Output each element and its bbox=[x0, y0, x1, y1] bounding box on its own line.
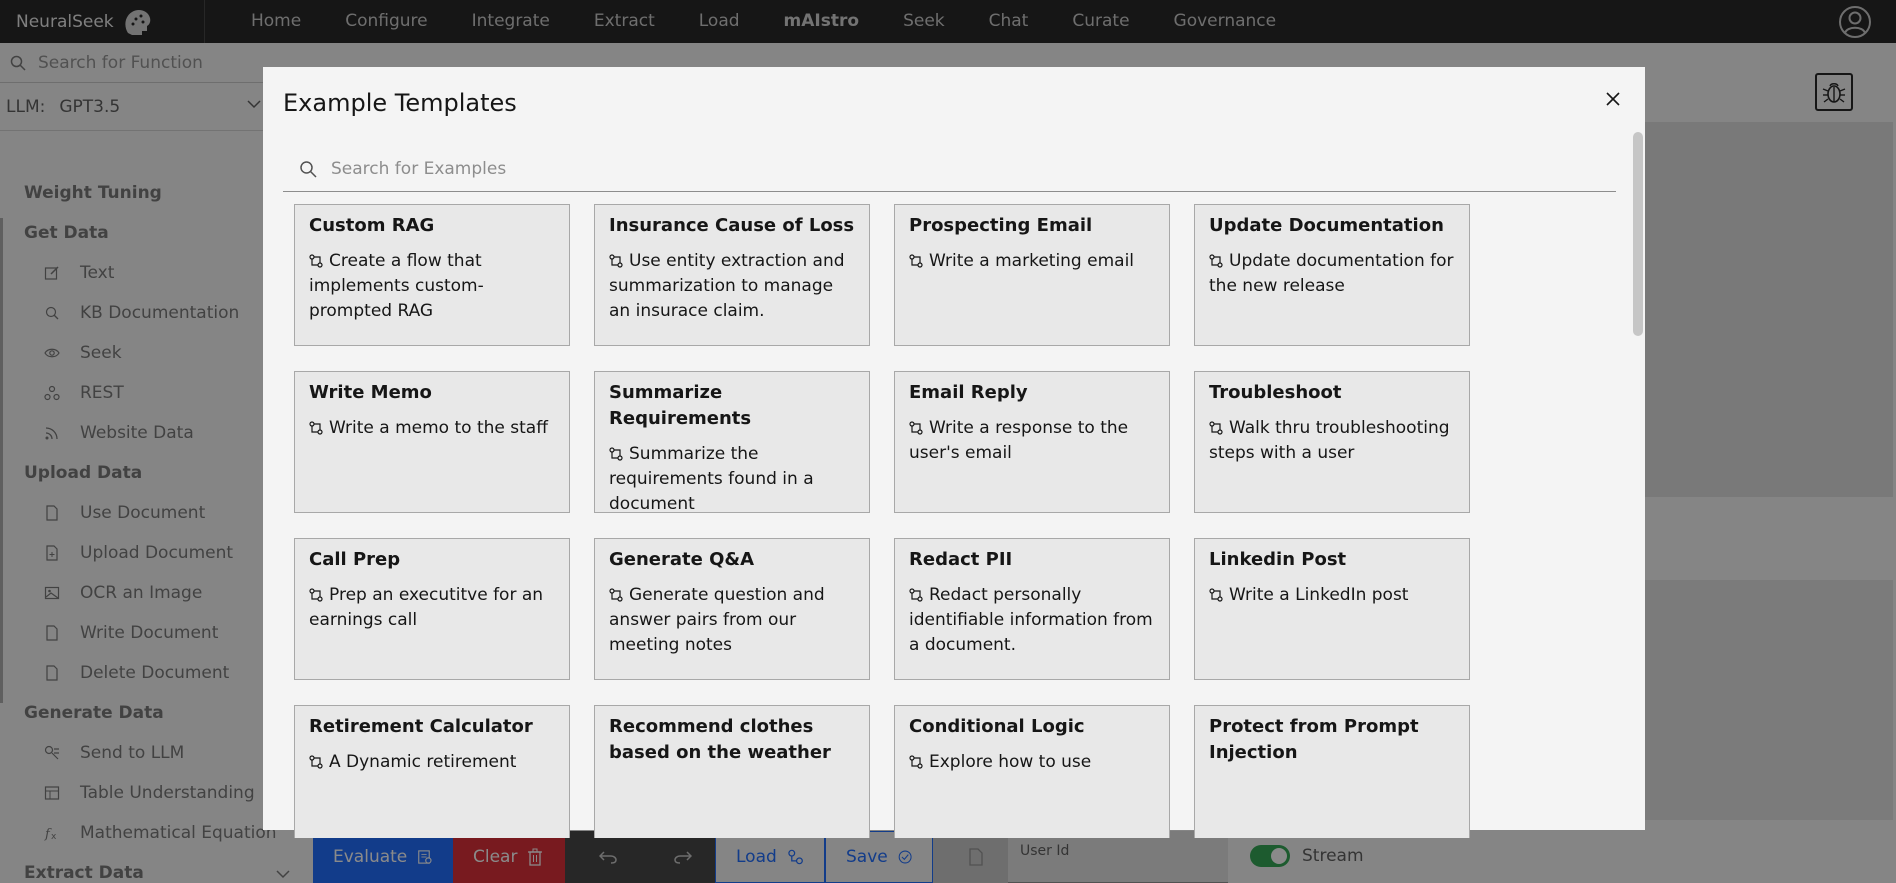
template-card[interactable]: Linkedin Post Write a LinkedIn post bbox=[1194, 538, 1470, 680]
template-card[interactable]: Summarize Requirements Summarize the requ… bbox=[594, 371, 870, 514]
flow-icon bbox=[309, 251, 329, 271]
template-card-description: Write a marketing email bbox=[909, 249, 1155, 274]
template-card-title: Recommend clothes based on the weather bbox=[609, 716, 831, 763]
template-card[interactable]: Protect from Prompt Injection bbox=[1194, 705, 1470, 838]
flow-icon bbox=[1209, 418, 1229, 438]
template-card-title: Redact PII bbox=[909, 549, 1013, 570]
template-card-description: Walk thru troubleshooting steps with a u… bbox=[1209, 416, 1455, 466]
template-card-title: Insurance Cause of Loss bbox=[609, 215, 855, 236]
template-card-description-text: Use entity extraction and summarization … bbox=[609, 251, 845, 321]
template-card-title: Prospecting Email bbox=[909, 215, 1093, 236]
template-card[interactable]: Recommend clothes based on the weather bbox=[594, 705, 870, 838]
flow-icon bbox=[909, 752, 929, 772]
template-card-title: Conditional Logic bbox=[909, 716, 1085, 737]
template-card-description-text: Write a LinkedIn post bbox=[1229, 585, 1409, 605]
templates-grid: Custom RAG Create a flow that implements … bbox=[294, 204, 1494, 838]
templates-grid-viewport: Custom RAG Create a flow that implements … bbox=[294, 204, 1494, 838]
template-card[interactable]: Call Prep Prep an executitve for an earni… bbox=[294, 538, 570, 680]
template-card-description: Generate question and answer pairs from … bbox=[609, 583, 855, 658]
flow-icon bbox=[609, 585, 629, 605]
template-card-title: Linkedin Post bbox=[1209, 549, 1347, 570]
flow-icon bbox=[1209, 585, 1229, 605]
template-card-description: Use entity extraction and summarization … bbox=[609, 249, 855, 324]
template-card[interactable]: Retirement Calculator A Dynamic retiremen… bbox=[294, 705, 570, 838]
template-card[interactable]: Email Reply Write a response to the user'… bbox=[894, 371, 1170, 513]
template-card[interactable]: Conditional Logic Explore how to use bbox=[894, 705, 1170, 838]
flow-icon bbox=[309, 585, 329, 605]
flow-icon bbox=[609, 251, 629, 271]
template-card-description: Summarize the requirements found in a do… bbox=[609, 442, 855, 517]
template-card[interactable]: Custom RAG Create a flow that implements … bbox=[294, 204, 570, 346]
template-card-description-text: Create a flow that implements custom-pro… bbox=[309, 251, 484, 321]
template-card-title: Troubleshoot bbox=[1209, 382, 1342, 403]
template-card-title: Call Prep bbox=[309, 549, 401, 570]
template-card-description: Update documentation for the new release bbox=[1209, 249, 1455, 299]
template-card-description-text: Prep an executitve for an earnings call bbox=[309, 585, 544, 630]
flow-icon bbox=[309, 752, 329, 772]
template-card-description: Write a response to the user's email bbox=[909, 416, 1155, 466]
template-card-description-text: Write a response to the user's email bbox=[909, 418, 1129, 463]
search-icon bbox=[300, 160, 317, 178]
template-card-description: Explore how to use bbox=[909, 750, 1155, 775]
flow-icon bbox=[909, 251, 929, 271]
close-button[interactable] bbox=[1601, 87, 1625, 111]
template-card[interactable]: Write Memo Write a memo to the staff bbox=[294, 371, 570, 513]
template-card-title: Custom RAG bbox=[309, 215, 435, 236]
template-card-description-text: A Dynamic retirement bbox=[329, 752, 517, 772]
template-card-title: Protect from Prompt Injection bbox=[1209, 716, 1419, 763]
template-card-description: Redact personally identifiable informati… bbox=[909, 583, 1155, 658]
examples-search[interactable] bbox=[283, 146, 1616, 192]
flow-icon bbox=[609, 444, 629, 464]
template-card-description: Write a memo to the staff bbox=[309, 416, 555, 441]
flow-icon bbox=[309, 418, 329, 438]
template-card[interactable]: Insurance Cause of Loss Use entity extrac… bbox=[594, 204, 870, 346]
template-card-title: Update Documentation bbox=[1209, 215, 1444, 236]
template-card-description-text: Update documentation for the new release bbox=[1209, 251, 1454, 296]
template-card[interactable]: Prospecting Email Write a marketing email bbox=[894, 204, 1170, 346]
template-card-title: Email Reply bbox=[909, 382, 1028, 403]
template-card-description-text: Walk thru troubleshooting steps with a u… bbox=[1209, 418, 1450, 463]
template-card-description: Create a flow that implements custom-pro… bbox=[309, 249, 555, 324]
template-card-title: Generate Q&A bbox=[609, 549, 755, 570]
template-card-description: Prep an executitve for an earnings call bbox=[309, 583, 555, 633]
template-card[interactable]: Update Documentation Update documentation… bbox=[1194, 204, 1470, 346]
flow-icon bbox=[1209, 251, 1229, 271]
template-card-title: Retirement Calculator bbox=[309, 716, 533, 737]
template-card-title: Summarize Requirements bbox=[609, 382, 752, 429]
template-card-description: Write a LinkedIn post bbox=[1209, 583, 1455, 608]
template-card-description-text: Write a marketing email bbox=[929, 251, 1135, 271]
template-card-description-text: Redact personally identifiable informati… bbox=[909, 585, 1153, 655]
modal-scrollbar-thumb[interactable] bbox=[1633, 132, 1643, 336]
template-card-description-text: Write a memo to the staff bbox=[329, 418, 548, 438]
modal-title: Example Templates bbox=[283, 89, 517, 117]
flow-icon bbox=[909, 418, 929, 438]
template-card[interactable]: Generate Q&A Generate question and answer… bbox=[594, 538, 870, 680]
template-card-description-text: Generate question and answer pairs from … bbox=[609, 585, 825, 655]
template-card-description-text: Summarize the requirements found in a do… bbox=[609, 444, 814, 514]
template-card[interactable]: Redact PII Redact personally identifiable… bbox=[894, 538, 1170, 680]
template-card-description-text: Explore how to use bbox=[929, 752, 1092, 772]
close-icon bbox=[1606, 92, 1620, 106]
example-templates-modal: Example Templates Custom RAG Create a flo… bbox=[263, 67, 1645, 838]
template-card-title: Write Memo bbox=[309, 382, 432, 403]
examples-search-input[interactable] bbox=[331, 158, 931, 179]
template-card[interactable]: Troubleshoot Walk thru troubleshooting st… bbox=[1194, 371, 1470, 513]
flow-icon bbox=[909, 585, 929, 605]
template-card-description: A Dynamic retirement bbox=[309, 750, 555, 775]
